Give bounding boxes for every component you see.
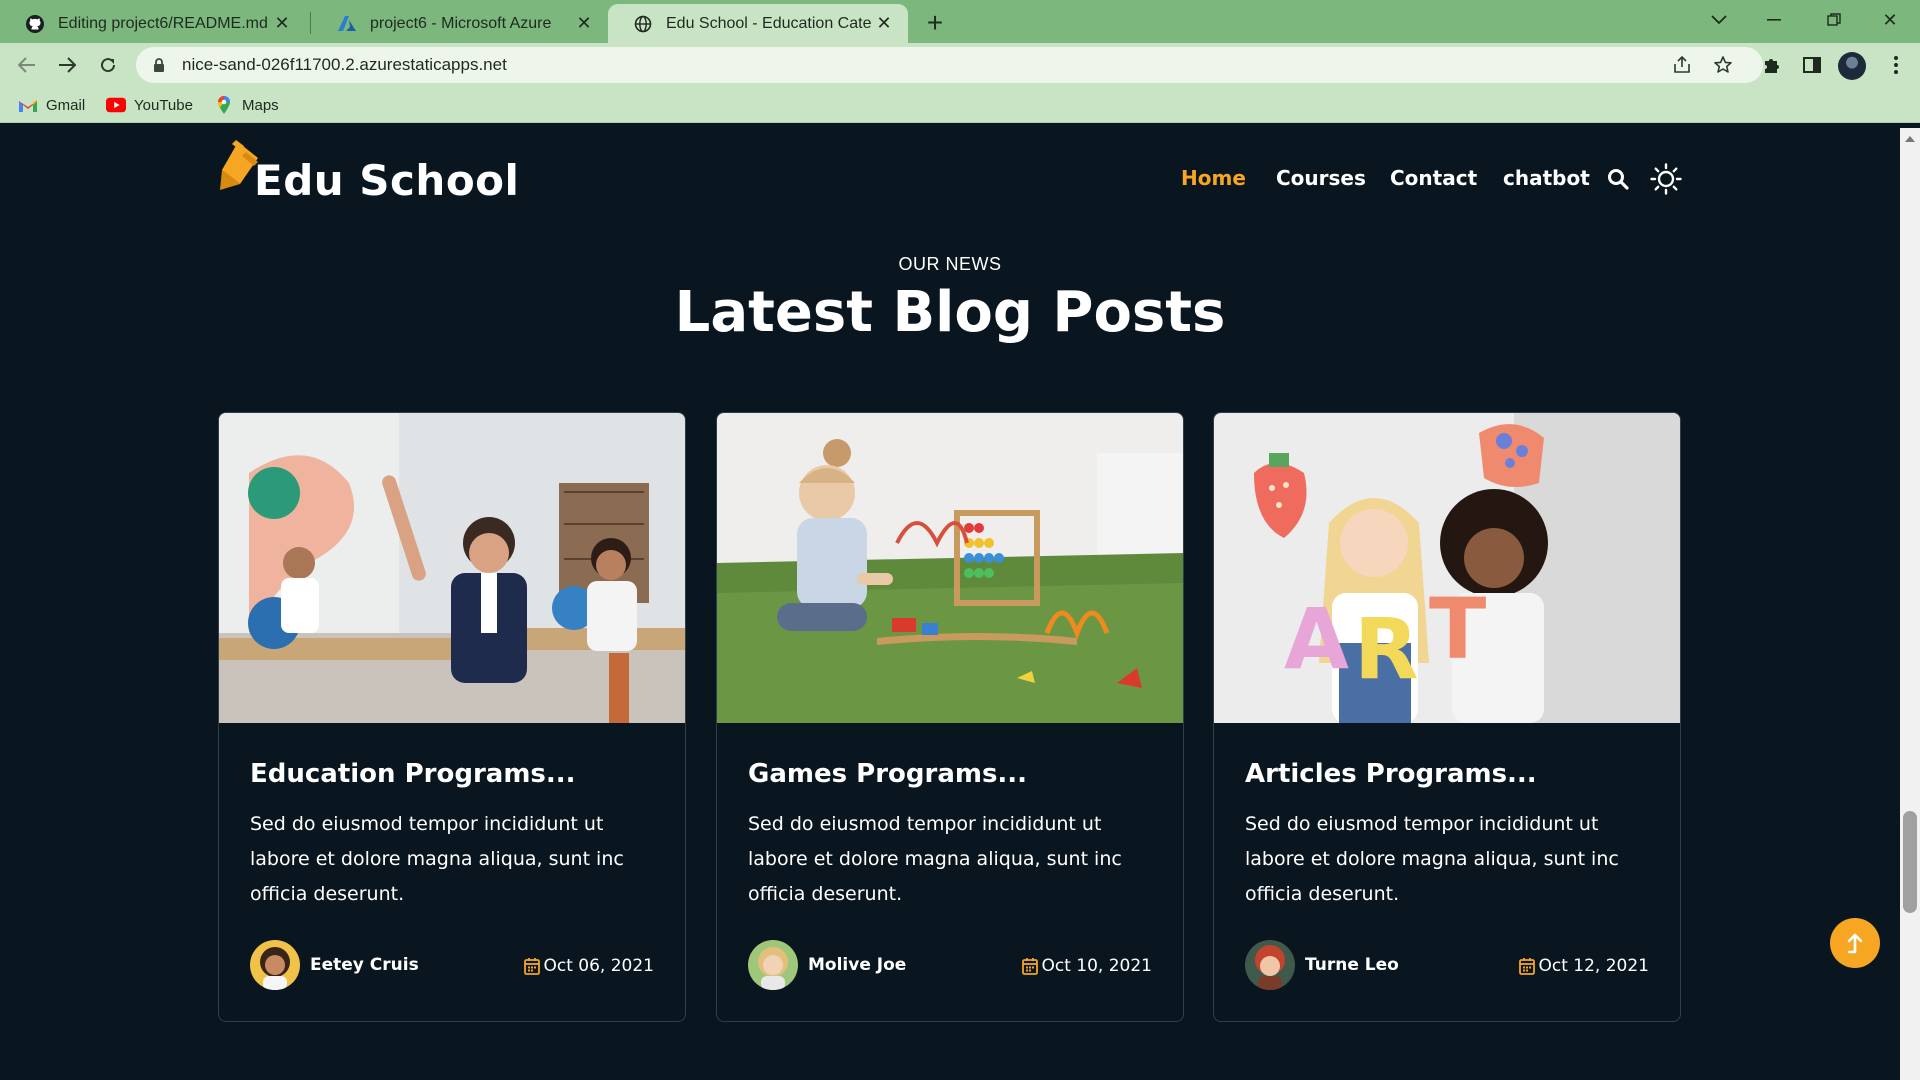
blog-post-description: Sed do eiusmod tempor incididunt ut labo… <box>748 813 1122 905</box>
scrollbar-thumb[interactable] <box>1903 811 1917 913</box>
close-icon[interactable]: ✕ <box>872 12 896 36</box>
tab-title: Edu School - Education Category <box>666 14 872 32</box>
address-bar[interactable]: nice-sand-026f11700.2.azurestaticapps.ne… <box>136 47 1763 83</box>
share-icon[interactable] <box>1668 51 1696 79</box>
bookmarks-bar: Gmail YouTube Maps <box>0 87 1920 123</box>
blog-card[interactable]: Games Programs... Sed do eiusmod tempor … <box>716 412 1184 1022</box>
site-logo-text: Edu School <box>254 156 520 205</box>
blog-post-author: Eetey Cruis <box>250 940 419 990</box>
browser-toolbar: nice-sand-026f11700.2.azurestaticapps.ne… <box>0 43 1920 87</box>
theme-toggle-sun-icon[interactable] <box>1649 162 1683 196</box>
globe-icon <box>632 13 654 35</box>
tab-title: Editing project6/README.md at m <box>58 14 270 32</box>
bookmark-label: YouTube <box>134 96 193 114</box>
scroll-up-arrow-icon[interactable] <box>1905 136 1915 142</box>
avatar <box>748 940 798 990</box>
bookmark-youtube[interactable]: YouTube <box>106 94 193 116</box>
blog-card[interactable]: Education Programs... Sed do eiusmod tem… <box>218 412 686 1022</box>
nav-courses[interactable]: Courses <box>1276 166 1366 190</box>
blog-post-date: Oct 10, 2021 <box>1021 956 1153 976</box>
bookmark-label: Gmail <box>46 96 86 114</box>
date-text: Oct 12, 2021 <box>1538 956 1650 976</box>
blog-post-title[interactable]: Games Programs... <box>748 759 1027 789</box>
close-icon[interactable]: ✕ <box>572 12 596 36</box>
profile-avatar[interactable] <box>1838 52 1866 80</box>
blog-post-date: Oct 12, 2021 <box>1518 956 1650 976</box>
date-text: Oct 06, 2021 <box>543 956 655 976</box>
blog-post-image[interactable]: A R T <box>1214 413 1680 723</box>
svg-text:R: R <box>1354 600 1419 698</box>
page-scrollbar[interactable] <box>1900 128 1920 1080</box>
search-icon[interactable] <box>1605 166 1631 192</box>
author-name: Molive Joe <box>808 955 907 975</box>
tab-search-chevron-icon[interactable] <box>1695 4 1743 36</box>
blog-post-author: Molive Joe <box>748 940 906 990</box>
tab-title: project6 - Microsoft Azure <box>370 14 552 32</box>
back-icon[interactable] <box>11 49 43 81</box>
new-tab-button[interactable]: + <box>920 7 950 38</box>
restore-icon[interactable] <box>1810 4 1858 36</box>
arrow-up-icon <box>1847 933 1863 954</box>
reload-icon[interactable] <box>92 49 124 81</box>
calendar-icon <box>1021 958 1038 975</box>
github-icon <box>24 13 46 35</box>
graduation-pencil-icon <box>220 140 258 190</box>
browser-tab-github[interactable]: Editing project6/README.md at m ✕ <box>0 4 306 43</box>
svg-text:A: A <box>1284 590 1349 688</box>
site-logo[interactable]: Edu School <box>218 138 519 205</box>
nav-contact[interactable]: Contact <box>1390 166 1477 190</box>
bookmark-maps[interactable]: Maps <box>214 94 279 116</box>
blog-post-image[interactable] <box>717 413 1183 723</box>
azure-icon <box>336 13 358 35</box>
section-eyebrow: OUR NEWS <box>898 254 1002 274</box>
author-name: Eetey Cruis <box>310 955 419 975</box>
calendar-icon <box>1518 958 1535 975</box>
calendar-icon <box>523 958 540 975</box>
side-panel-icon[interactable] <box>1796 49 1828 81</box>
tab-separator <box>310 12 311 34</box>
blog-post-description: Sed do eiusmod tempor incididunt ut labo… <box>1245 813 1619 905</box>
date-text: Oct 10, 2021 <box>1041 956 1153 976</box>
close-window-icon[interactable]: ✕ <box>1866 4 1914 36</box>
svg-text:T: T <box>1429 580 1486 678</box>
avatar <box>250 940 300 990</box>
minimize-icon[interactable] <box>1750 4 1798 36</box>
back-to-top-button[interactable] <box>1830 918 1880 968</box>
blog-card[interactable]: A R T Articles Programs... Sed do eiusmo… <box>1213 412 1681 1022</box>
blog-post-title[interactable]: Education Programs... <box>250 759 576 789</box>
maps-icon <box>214 96 234 114</box>
close-icon[interactable]: ✕ <box>270 12 294 36</box>
blog-post-image[interactable] <box>219 413 685 723</box>
author-name: Turne Leo <box>1305 955 1399 975</box>
bookmark-label: Maps <box>242 96 279 114</box>
nav-home[interactable]: Home <box>1181 166 1246 190</box>
youtube-icon <box>106 97 126 113</box>
bookmark-gmail[interactable]: Gmail <box>18 94 85 116</box>
bookmark-star-icon[interactable] <box>1709 51 1737 79</box>
blog-post-description: Sed do eiusmod tempor incididunt ut labo… <box>250 813 624 905</box>
browser-tab-eduschool[interactable]: Edu School - Education Category ✕ <box>608 4 908 43</box>
section-heading: Latest Blog Posts <box>674 280 1226 345</box>
browser-tabstrip: Editing project6/README.md at m ✕ projec… <box>0 0 1920 43</box>
extensions-puzzle-icon[interactable] <box>1756 49 1788 81</box>
blog-post-author: Turne Leo <box>1245 940 1399 990</box>
forward-icon[interactable] <box>51 49 83 81</box>
gmail-icon <box>18 97 38 113</box>
nav-chatbot[interactable]: chatbot <box>1503 166 1590 190</box>
kebab-menu-icon[interactable] <box>1880 49 1912 81</box>
lock-icon <box>152 57 166 73</box>
web-page: Edu School Home Courses Contact chatbot … <box>0 128 1900 1078</box>
blog-post-title[interactable]: Articles Programs... <box>1245 759 1537 789</box>
url-text: nice-sand-026f11700.2.azurestaticapps.ne… <box>182 55 507 74</box>
browser-tab-azure[interactable]: project6 - Microsoft Azure ✕ <box>312 4 608 43</box>
blog-post-date: Oct 06, 2021 <box>523 956 655 976</box>
avatar <box>1245 940 1295 990</box>
